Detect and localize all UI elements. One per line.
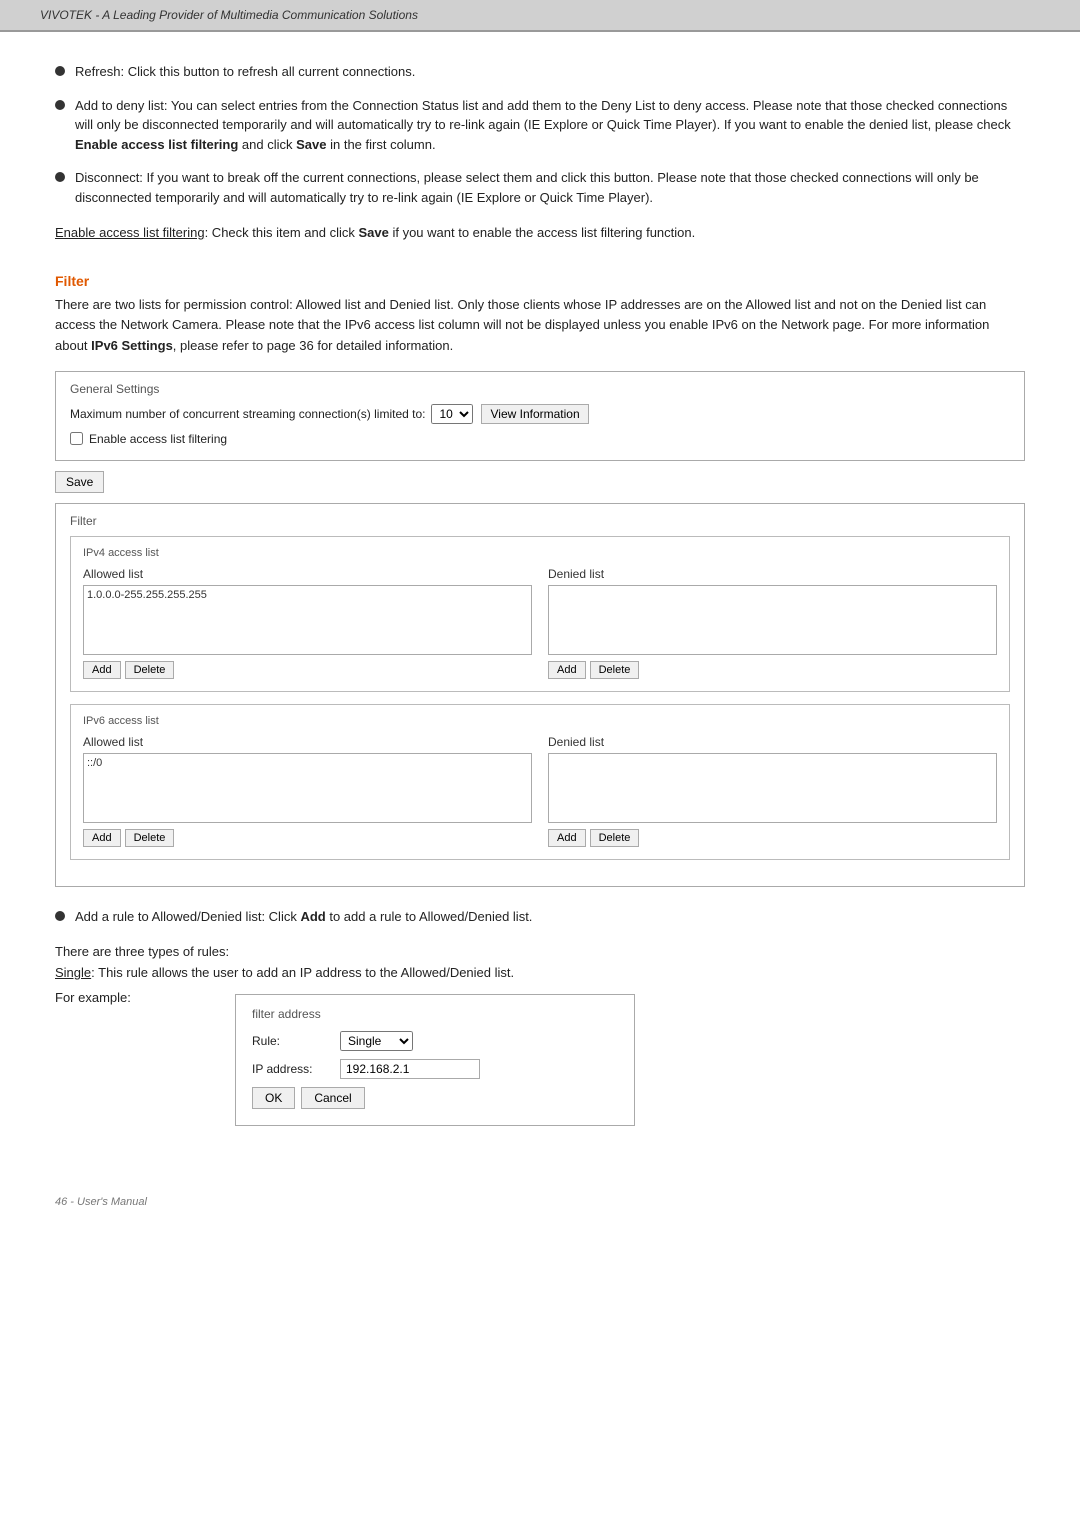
enable-access-row: Enable access list filtering (70, 432, 1010, 446)
ip-address-label: IP address: (252, 1062, 332, 1076)
ipv4-legend: IPv4 access list (83, 547, 997, 559)
ipv4-denied-column: Denied list Add Delete (548, 567, 997, 679)
filter-section: Filter IPv4 access list Allowed list 1.0… (55, 503, 1025, 887)
max-connection-row: Maximum number of concurrent streaming c… (70, 404, 1010, 424)
page-content: Refresh: Click this button to refresh al… (0, 32, 1080, 1186)
view-information-button[interactable]: View Information (481, 404, 588, 424)
ipv6-legend: IPv6 access list (83, 715, 997, 727)
general-settings-legend: General Settings (70, 382, 1010, 396)
enable-access-label: Enable access list filtering (89, 432, 227, 446)
ipv4-allowed-delete-button[interactable]: Delete (125, 661, 175, 679)
bullet-text-add-deny: Add to deny list: You can select entries… (75, 96, 1025, 155)
ipv4-allowed-actions: Add Delete (83, 661, 532, 679)
ok-cancel-row: OK Cancel (252, 1087, 618, 1109)
enable-access-checkbox[interactable] (70, 432, 83, 445)
filter-address-box: filter address Rule: Single Network Rang… (235, 994, 635, 1126)
ipv6-access-list: IPv6 access list Allowed list ::/0 Add D… (70, 704, 1010, 860)
ipv4-allowed-add-button[interactable]: Add (83, 661, 121, 679)
ipv6-allowed-actions: Add Delete (83, 829, 532, 847)
ipv6-denied-column: Denied list Add Delete (548, 735, 997, 847)
max-connection-label: Maximum number of concurrent streaming c… (70, 407, 425, 421)
ipv6-columns: Allowed list ::/0 Add Delete Denied list (83, 735, 997, 847)
ip-address-input[interactable] (340, 1059, 480, 1079)
header-title: VIVOTEK - A Leading Provider of Multimed… (40, 8, 418, 22)
ipv4-denied-actions: Add Delete (548, 661, 997, 679)
bullet-icon-refresh (55, 66, 65, 76)
bullet-icon-add-deny (55, 100, 65, 110)
ipv4-allowed-header: Allowed list (83, 567, 532, 581)
ipv4-denied-header: Denied list (548, 567, 997, 581)
ipv6-denied-delete-button[interactable]: Delete (590, 829, 640, 847)
bullet-icon-disconnect (55, 172, 65, 182)
filter-address-legend: filter address (252, 1007, 618, 1021)
ok-button[interactable]: OK (252, 1087, 295, 1109)
ipv6-allowed-value: ::/0 (87, 757, 528, 769)
rule-label: Rule: (252, 1034, 332, 1048)
bullet-list: Refresh: Click this button to refresh al… (55, 62, 1025, 207)
bullet-text-disconnect: Disconnect: If you want to break off the… (75, 168, 1025, 207)
save-button[interactable]: Save (55, 471, 104, 493)
max-connection-select[interactable]: 10 (431, 404, 473, 424)
footer-text: 46 - User's Manual (55, 1196, 147, 1208)
for-example-row: For example: filter address Rule: Single… (55, 990, 1025, 1146)
ipv6-allowed-header: Allowed list (83, 735, 532, 749)
single-underline: Single (55, 965, 91, 980)
page-footer: 46 - User's Manual (0, 1186, 1080, 1218)
ipv6-allowed-list: ::/0 (83, 753, 532, 823)
ipv4-allowed-list: 1.0.0.0-255.255.255.255 (83, 585, 532, 655)
ipv4-allowed-column: Allowed list 1.0.0.0-255.255.255.255 Add… (83, 567, 532, 679)
filter-heading: Filter (55, 273, 1025, 289)
filter-description: There are two lists for permission contr… (55, 295, 1025, 357)
general-settings-box: General Settings Maximum number of concu… (55, 371, 1025, 461)
ipv6-denied-actions: Add Delete (548, 829, 997, 847)
ipv4-denied-delete-button[interactable]: Delete (590, 661, 640, 679)
filter-section-legend: Filter (70, 514, 1010, 528)
cancel-button[interactable]: Cancel (301, 1087, 364, 1109)
ip-address-row: IP address: (252, 1059, 618, 1079)
bullet-add-deny: Add to deny list: You can select entries… (55, 96, 1025, 155)
enable-access-description: Enable access list filtering: Check this… (55, 223, 1025, 243)
ipv6-allowed-add-button[interactable]: Add (83, 829, 121, 847)
ipv4-denied-list (548, 585, 997, 655)
bullet-icon-add-rule (55, 911, 65, 921)
three-types-intro: There are three types of rules: Single: … (55, 942, 1025, 984)
add-rule-bullet: Add a rule to Allowed/Denied list: Click… (55, 907, 1025, 927)
add-rule-item: Add a rule to Allowed/Denied list: Click… (55, 907, 1025, 927)
for-example-label: For example: (55, 990, 145, 1005)
page-header: VIVOTEK - A Leading Provider of Multimed… (0, 0, 1080, 32)
ipv4-columns: Allowed list 1.0.0.0-255.255.255.255 Add… (83, 567, 997, 679)
bullet-disconnect: Disconnect: If you want to break off the… (55, 168, 1025, 207)
ipv6-denied-header: Denied list (548, 735, 997, 749)
ipv6-denied-list (548, 753, 997, 823)
rule-select[interactable]: Single Network Range (340, 1031, 413, 1051)
bullet-refresh: Refresh: Click this button to refresh al… (55, 62, 1025, 82)
ipv6-allowed-column: Allowed list ::/0 Add Delete (83, 735, 532, 847)
ipv4-access-list: IPv4 access list Allowed list 1.0.0.0-25… (70, 536, 1010, 692)
enable-access-underline: Enable access list filtering (55, 225, 205, 240)
bullet-text-refresh: Refresh: Click this button to refresh al… (75, 62, 1025, 82)
rule-row: Rule: Single Network Range (252, 1031, 618, 1051)
ipv6-allowed-delete-button[interactable]: Delete (125, 829, 175, 847)
add-rule-text: Add a rule to Allowed/Denied list: Click… (75, 907, 1025, 927)
ipv4-allowed-value: 1.0.0.0-255.255.255.255 (87, 589, 528, 601)
ipv6-denied-add-button[interactable]: Add (548, 829, 586, 847)
ipv4-denied-add-button[interactable]: Add (548, 661, 586, 679)
